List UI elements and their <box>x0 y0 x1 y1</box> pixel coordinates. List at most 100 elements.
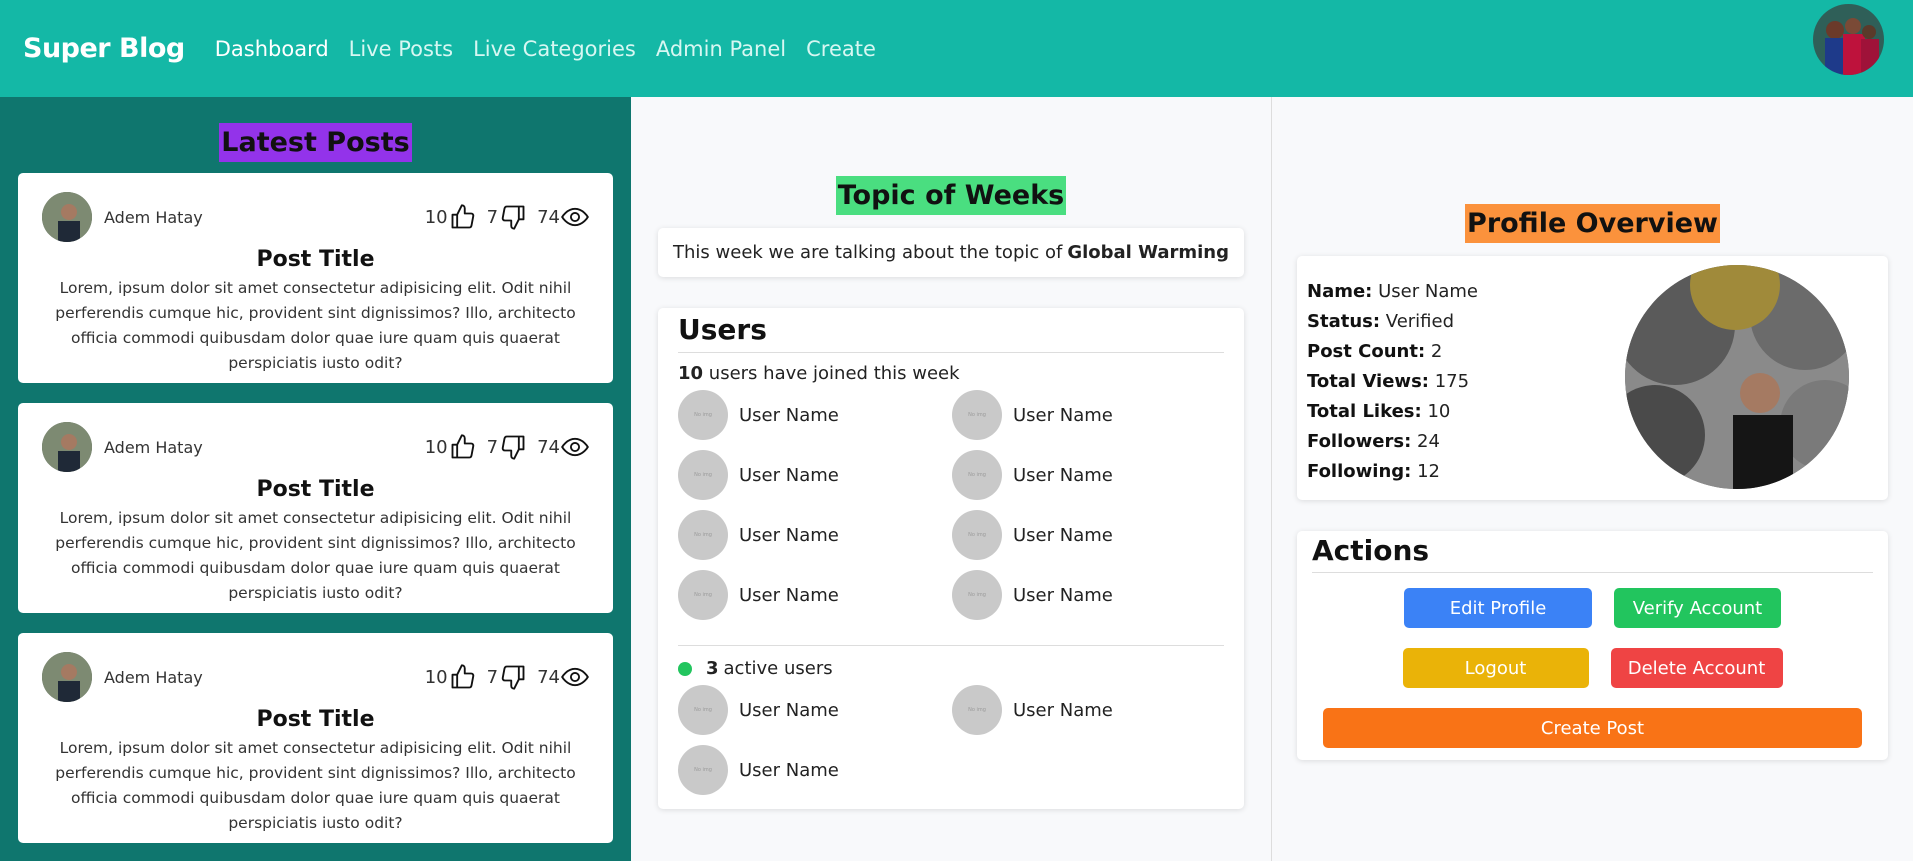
user-name: User Name <box>739 404 839 426</box>
users-card: Users 10 users have joined this week No … <box>658 308 1244 809</box>
divider <box>678 645 1224 646</box>
nav-link-live-posts[interactable]: Live Posts <box>349 37 453 61</box>
user-name: User Name <box>739 759 839 781</box>
post-card[interactable]: Adem Hatay 10 7 74 Post Title Lorem, ips… <box>18 633 613 843</box>
author-name[interactable]: Adem Hatay <box>104 208 203 227</box>
user-name: User Name <box>739 464 839 486</box>
author-avatar <box>42 422 92 472</box>
post-card[interactable]: Adem Hatay 10 7 74 Post Title Lorem, ips… <box>18 403 613 613</box>
user-avatar[interactable] <box>1813 4 1884 75</box>
create-post-button[interactable]: Create Post <box>1323 708 1862 748</box>
active-text: active users <box>723 658 833 679</box>
thumbs-up-icon[interactable] <box>449 663 477 691</box>
dislike-count: 7 <box>486 436 499 458</box>
author-avatar <box>42 192 92 242</box>
post-title[interactable]: Post Title <box>42 477 589 502</box>
dislike-count: 7 <box>486 666 499 688</box>
user-item[interactable]: No img User Name <box>952 390 1226 440</box>
user-name: User Name <box>1013 699 1113 721</box>
nav-link-create[interactable]: Create <box>806 37 876 61</box>
author-avatar <box>42 652 92 702</box>
profile-picture <box>1625 265 1849 489</box>
view-count: 74 <box>537 666 560 688</box>
thumbs-up-icon[interactable] <box>449 433 477 461</box>
like-count: 10 <box>424 436 448 458</box>
community-panel: Topic of Weeks This week we are talking … <box>631 97 1272 861</box>
user-avatar-placeholder: No img <box>952 510 1002 560</box>
user-avatar-placeholder: No img <box>952 390 1002 440</box>
post-title[interactable]: Post Title <box>42 707 589 732</box>
user-avatar-placeholder: No img <box>678 685 728 735</box>
thumbs-down-icon[interactable] <box>499 203 527 231</box>
user-name: User Name <box>739 699 839 721</box>
topic-text: This week we are talking about the topic… <box>673 242 1063 263</box>
profile-card: Name: User Name Status: Verified Post Co… <box>1297 256 1888 500</box>
post-card[interactable]: Adem Hatay 10 7 74 Post Title Lorem, ips… <box>18 173 613 383</box>
nav-link-dashboard[interactable]: Dashboard <box>215 37 329 61</box>
view-count: 74 <box>537 206 560 228</box>
post-body: Lorem, ipsum dolor sit amet consectetur … <box>55 509 576 602</box>
navbar: Super Blog Dashboard Live Posts Live Cat… <box>0 0 1913 97</box>
user-avatar-placeholder: No img <box>678 450 728 500</box>
user-avatar-placeholder: No img <box>952 685 1002 735</box>
dislike-count: 7 <box>486 206 499 228</box>
active-count: 3 <box>706 658 719 679</box>
like-count: 10 <box>424 666 448 688</box>
author-name[interactable]: Adem Hatay <box>104 668 203 687</box>
profile-panel: Profile Overview Name: User Name Status:… <box>1272 97 1913 861</box>
topic-card: This week we are talking about the topic… <box>658 228 1244 277</box>
user-name: User Name <box>1013 464 1113 486</box>
post-title[interactable]: Post Title <box>42 247 589 272</box>
latest-posts-panel: Latest Posts Adem Hatay 10 7 74 Post Tit… <box>0 97 631 861</box>
user-name: User Name <box>739 524 839 546</box>
user-item[interactable]: No img User Name <box>952 450 1226 500</box>
online-status-dot <box>678 661 692 676</box>
eye-icon <box>561 437 589 457</box>
logout-button[interactable]: Logout <box>1402 648 1589 688</box>
eye-icon <box>561 667 589 687</box>
actions-card: Actions Edit Profile Verify Account Logo… <box>1297 531 1888 760</box>
users-heading: Users <box>678 313 1224 353</box>
user-avatar-placeholder: No img <box>678 510 728 560</box>
user-avatar-placeholder: No img <box>678 745 728 795</box>
active-summary: 3 active users <box>678 658 1224 679</box>
user-avatar-placeholder: No img <box>678 390 728 440</box>
nav-link-live-categories[interactable]: Live Categories <box>473 37 636 61</box>
user-avatar-placeholder: No img <box>952 570 1002 620</box>
post-body: Lorem, ipsum dolor sit amet consectetur … <box>55 739 576 832</box>
joined-text: users have joined this week <box>708 363 960 384</box>
latest-posts-heading: Latest Posts <box>219 123 412 162</box>
user-name: User Name <box>1013 524 1113 546</box>
user-item[interactable]: No img User Name <box>678 390 952 440</box>
user-item[interactable]: No img User Name <box>952 570 1226 620</box>
nav-link-admin-panel[interactable]: Admin Panel <box>656 37 786 61</box>
user-item[interactable]: No img User Name <box>678 685 952 735</box>
user-item[interactable]: No img User Name <box>678 510 952 560</box>
view-count: 74 <box>537 436 560 458</box>
thumbs-down-icon[interactable] <box>499 663 527 691</box>
author-name[interactable]: Adem Hatay <box>104 438 203 457</box>
verify-account-button[interactable]: Verify Account <box>1614 588 1781 628</box>
edit-profile-button[interactable]: Edit Profile <box>1404 588 1592 628</box>
joined-summary: 10 users have joined this week <box>678 363 1224 384</box>
like-count: 10 <box>424 206 448 228</box>
eye-icon <box>561 207 589 227</box>
joined-count: 10 <box>678 363 704 384</box>
user-item[interactable]: No img User Name <box>952 685 1226 735</box>
delete-account-button[interactable]: Delete Account <box>1610 648 1783 688</box>
post-body: Lorem, ipsum dolor sit amet consectetur … <box>55 279 576 372</box>
user-name: User Name <box>1013 584 1113 606</box>
brand-logo[interactable]: Super Blog <box>23 33 185 64</box>
user-item[interactable]: No img User Name <box>678 450 952 500</box>
user-name: User Name <box>739 584 839 606</box>
user-item[interactable]: No img User Name <box>952 510 1226 560</box>
user-item[interactable]: No img User Name <box>678 570 952 620</box>
user-avatar-placeholder: No img <box>678 570 728 620</box>
actions-heading: Actions <box>1312 534 1873 573</box>
user-avatar-placeholder: No img <box>952 450 1002 500</box>
thumbs-down-icon[interactable] <box>499 433 527 461</box>
profile-heading: Profile Overview <box>1465 204 1720 243</box>
user-name: User Name <box>1013 404 1113 426</box>
user-item[interactable]: No img User Name <box>678 745 952 795</box>
thumbs-up-icon[interactable] <box>449 203 477 231</box>
